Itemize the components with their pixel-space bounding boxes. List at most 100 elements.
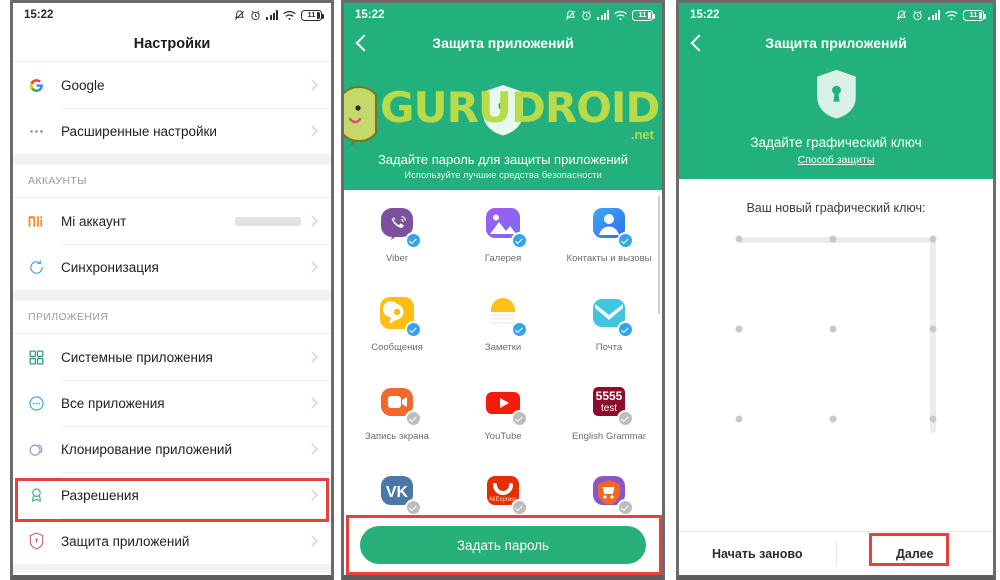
primary-action-bar: Задать пароль: [344, 517, 662, 575]
check-badge-icon: [511, 410, 528, 427]
app-label: Заметки: [484, 342, 522, 353]
pattern-line: [930, 239, 936, 433]
settings-item-report[interactable]: Отчет: [13, 573, 331, 575]
pattern-area[interactable]: [679, 233, 993, 483]
all-apps-icon: [28, 395, 61, 412]
hero-banner: GURUDROID .net Задайте пароль для защиты…: [344, 59, 662, 190]
android-mascot-icon: [344, 85, 386, 150]
settings-item-permissions[interactable]: Разрешения: [13, 472, 331, 518]
notes-icon: [483, 294, 528, 338]
check-badge-icon: [405, 321, 422, 338]
back-arrow-icon[interactable]: [690, 34, 708, 52]
app-header: Защита приложений GURUDROID .net Задайте…: [344, 27, 662, 190]
list-separator: [13, 154, 331, 163]
wifi-icon: [283, 10, 296, 20]
pattern-dot[interactable]: [929, 235, 937, 243]
app-label: Галерея: [484, 253, 522, 264]
pattern-dot[interactable]: [929, 325, 937, 333]
list-separator: [13, 290, 331, 299]
pattern-dot[interactable]: [829, 235, 837, 243]
settings-item-all-apps[interactable]: Все приложения: [13, 380, 331, 426]
nav-bar: Защита приложений: [344, 27, 662, 59]
wifi-icon: [945, 10, 958, 20]
svg-text:5555: 5555: [596, 389, 623, 403]
settings-item-label: Все приложения: [61, 395, 165, 411]
shield-lock-icon: [814, 68, 859, 125]
screen-recorder-icon: [377, 383, 422, 427]
status-bar-icons: 11: [565, 9, 655, 21]
wifi-icon: [614, 10, 627, 20]
pattern-dot[interactable]: [735, 235, 743, 243]
nav-title: Защита приложений: [765, 35, 907, 51]
battery-icon: 11: [963, 9, 986, 21]
app-item[interactable]: Галерея: [450, 199, 556, 288]
battery-icon: 11: [632, 9, 655, 21]
svg-text:VK: VK: [386, 484, 409, 501]
restart-button[interactable]: Начать заново: [679, 532, 836, 575]
app-label: English Grammar: [572, 431, 646, 442]
mi-logo-icon: [28, 214, 61, 229]
sync-icon: [28, 259, 61, 276]
check-badge-icon: [405, 499, 422, 516]
settings-item-label: Защита приложений: [61, 533, 190, 549]
app-item[interactable]: Сообщения: [344, 288, 450, 377]
phone-panel-pattern-lock: 15:22 11 Защита приложений Задайте графи…: [676, 0, 996, 580]
alarm-icon: [582, 10, 592, 20]
protection-method-link[interactable]: Способ защиты: [798, 154, 875, 166]
chevron-right-icon: [306, 489, 318, 501]
app-item[interactable]: Почта: [556, 288, 662, 377]
app-item[interactable]: Заметки: [450, 288, 556, 377]
check-badge-icon: [617, 321, 634, 338]
settings-item-sync[interactable]: Синхронизация: [13, 244, 331, 290]
pattern-dot[interactable]: [929, 415, 937, 423]
youtube-icon: [483, 383, 528, 427]
settings-item-clone-apps[interactable]: Клонирование приложений: [13, 426, 331, 472]
nav-title: Защита приложений: [432, 35, 574, 51]
settings-item-mi-account[interactable]: Mi аккаунт: [13, 198, 331, 244]
status-bar: 15:22 11: [344, 3, 662, 27]
pattern-prompt: Ваш новый графический ключ:: [746, 201, 926, 215]
pattern-footer: Начать заново Далее: [679, 531, 993, 575]
grid-apps-icon: [28, 349, 61, 366]
chevron-right-icon: [306, 535, 318, 547]
pattern-dot[interactable]: [829, 325, 837, 333]
back-arrow-icon[interactable]: [355, 34, 373, 52]
pattern-dot[interactable]: [735, 415, 743, 423]
settings-item-advanced[interactable]: Расширенные настройки: [13, 108, 331, 154]
shop-icon: [589, 472, 634, 516]
check-badge-icon: [617, 499, 634, 516]
svg-text:test: test: [601, 403, 617, 414]
set-password-button[interactable]: Задать пароль: [360, 526, 646, 564]
status-bar-icons: 11: [896, 9, 986, 21]
english-grammar-icon: 5555 test: [589, 383, 634, 427]
app-item[interactable]: YouTube: [450, 377, 556, 466]
pattern-dot[interactable]: [829, 415, 837, 423]
app-item[interactable]: Viber: [344, 199, 450, 288]
alarm-icon: [251, 10, 261, 20]
check-badge-icon: [405, 232, 422, 249]
shield-lock-icon: [480, 83, 526, 142]
app-label: YouTube: [484, 431, 522, 442]
app-item[interactable]: 5555 test English Grammar: [556, 377, 662, 466]
mute-icon: [235, 9, 245, 20]
battery-level: 11: [638, 10, 647, 20]
check-badge-icon: [511, 499, 528, 516]
app-item[interactable]: Запись экрана: [344, 377, 450, 466]
settings-item-system-apps[interactable]: Системные приложения: [13, 334, 331, 380]
status-bar-time: 15:22: [690, 9, 720, 21]
scrollbar[interactable]: [657, 196, 660, 314]
section-header-accounts: АККАУНТЫ: [13, 163, 331, 198]
settings-item-google[interactable]: Google: [13, 62, 331, 108]
hero-title: Задайте пароль для защиты приложений: [377, 152, 629, 167]
pattern-grid[interactable]: [733, 233, 939, 439]
check-badge-icon: [617, 410, 634, 427]
next-button[interactable]: Далее: [837, 532, 994, 575]
chevron-right-icon: [306, 215, 318, 227]
settings-item-app-lock[interactable]: Защита приложений: [13, 518, 331, 564]
aliexpress-icon: AliExpress: [483, 472, 528, 516]
app-item[interactable]: Контакты и вызовы: [556, 199, 662, 288]
pattern-dot[interactable]: [735, 325, 743, 333]
page-title: Настройки: [13, 27, 331, 62]
signal-icon: [266, 10, 278, 20]
app-lock-shield-icon: [28, 532, 61, 550]
